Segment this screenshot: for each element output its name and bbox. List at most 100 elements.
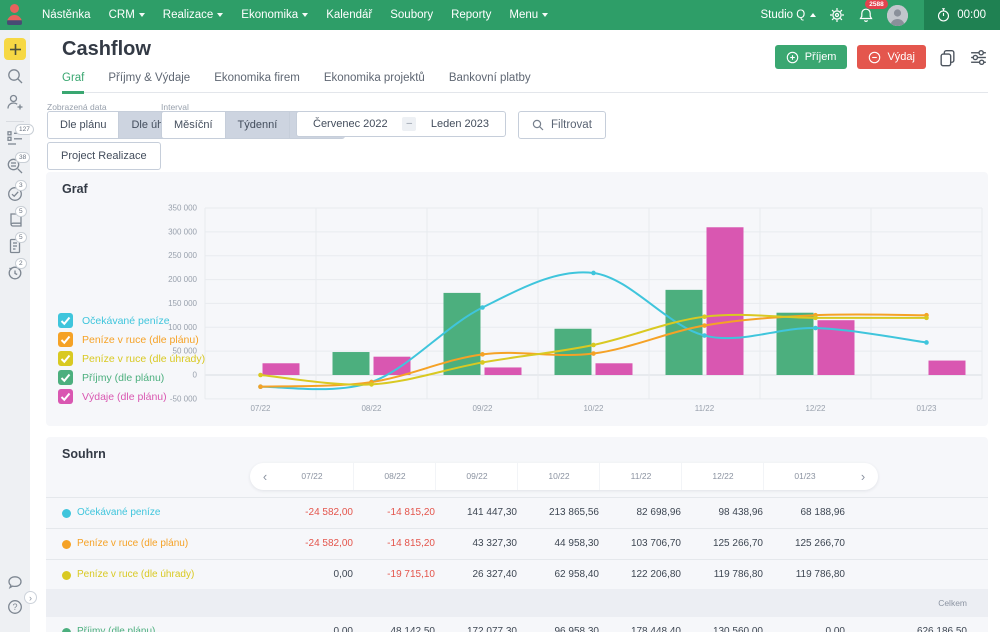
sidebar-time-check-icon[interactable]: 3 (6, 185, 24, 203)
svg-text:200 000: 200 000 (168, 275, 197, 284)
stopwatch-icon (936, 7, 951, 23)
cell-value: 213 865,56 (549, 498, 599, 528)
cell-value: 48 142,50 (391, 617, 436, 632)
segment-dle-pl-nu[interactable]: Dle plánu (48, 112, 118, 138)
time-tracker[interactable]: 00:00 (924, 0, 1000, 30)
chevron-down-icon (302, 13, 308, 17)
nav-item-label: Nástěnka (42, 9, 91, 21)
check-icon (59, 390, 72, 403)
header-actions: Příjem Výdaj (775, 45, 988, 69)
summary-rows: Očekávané peníze-24 582,00-14 815,20141 … (46, 497, 988, 591)
legend-checkbox[interactable] (58, 389, 73, 404)
table-row: Očekávané peníze-24 582,00-14 815,20141 … (46, 497, 988, 528)
caret-up-icon (810, 13, 816, 17)
user-avatar[interactable] (887, 5, 908, 26)
totals-header-strip: Celkem (46, 589, 988, 617)
table-row: Peníze v ruce (dle úhrady)0,00-19 715,10… (46, 559, 988, 590)
cell-value: 0,00 (334, 560, 353, 590)
nav-item-menu[interactable]: Menu (509, 9, 548, 21)
sidebar-count-badge: 38 (15, 152, 30, 163)
legend-checkbox[interactable] (58, 332, 73, 347)
income-button[interactable]: Příjem (775, 45, 848, 69)
legend-checkbox[interactable] (58, 313, 73, 328)
sidebar-alarm-icon[interactable]: 2 (6, 263, 24, 281)
legend-item-p-jmy-dle-pl-nu: Příjmy (dle plánu) (58, 370, 205, 385)
row-label[interactable]: Příjmy (dle plánu) (77, 617, 155, 632)
sidebar-count-badge: 2 (15, 258, 27, 269)
plus-icon (9, 43, 22, 56)
tab-bankovn-platby[interactable]: Bankovní platby (449, 72, 531, 94)
nav-item-ekonomika[interactable]: Ekonomika (241, 9, 308, 21)
svg-text:?: ? (12, 602, 17, 612)
sidebar-search-icon[interactable] (6, 67, 24, 85)
nav-item-realizace[interactable]: Realizace (163, 9, 224, 21)
logo-head-shape (10, 4, 19, 13)
sidebar-book-icon[interactable]: 5 (6, 211, 24, 229)
row-label[interactable]: Peníze v ruce (dle úhrady) (77, 560, 194, 590)
duplicate-view-button[interactable] (938, 48, 957, 67)
sidebar-invoice-icon[interactable]: 5 (6, 237, 24, 255)
sidebar-expand-button[interactable]: › (24, 591, 37, 604)
tab-ekonomika-firem[interactable]: Ekonomika firem (214, 72, 300, 94)
sidebar-help-icon[interactable]: ? (6, 598, 24, 616)
copy-icon (938, 48, 957, 67)
svg-text:07/22: 07/22 (250, 404, 271, 413)
legend-item-v-daje-dle-pl-nu: Výdaje (dle plánu) (58, 389, 205, 404)
svg-text:12/22: 12/22 (805, 404, 826, 413)
tab-graf[interactable]: Graf (62, 72, 84, 94)
date-range-input[interactable]: Červenec 2022 – Leden 2023 (296, 111, 506, 137)
tab-ekonomika-projekt[interactable]: Ekonomika projektů (324, 72, 425, 94)
notifications-bell-icon[interactable]: 2588 (858, 7, 874, 23)
legend-checkbox[interactable] (58, 351, 73, 366)
chevron-down-icon (542, 13, 548, 17)
legend-checkbox[interactable] (58, 370, 73, 385)
month-column-12-22: 12/22 (681, 463, 764, 490)
cell-value: 68 188,96 (801, 498, 846, 528)
next-period-button[interactable]: › (854, 464, 872, 489)
sidebar-add-button[interactable] (4, 38, 26, 60)
sidebar-count-badge: 127 (15, 124, 34, 135)
chart-card-title: Graf (62, 182, 88, 196)
nav-item-label: Menu (509, 9, 538, 21)
expense-button[interactable]: Výdaj (857, 45, 926, 69)
svg-text:09/22: 09/22 (472, 404, 493, 413)
table-row: Příjmy (dle plánu)0,0048 142,50172 077,3… (46, 617, 988, 632)
tab-p-jmy-v-daje[interactable]: Příjmy & Výdaje (108, 72, 190, 94)
sidebar-chat-icon[interactable] (6, 573, 24, 591)
sidebar-search-docs-icon[interactable]: 38 (6, 157, 24, 175)
settings-gear-icon[interactable] (829, 7, 845, 23)
app-logo-icon[interactable] (0, 0, 30, 30)
svg-text:11/22: 11/22 (695, 404, 715, 413)
segment-t-denn[interactable]: Týdenní (225, 112, 290, 138)
topbar-right: Studio Q 2588 (760, 0, 1000, 30)
nav-item-n-st-nka[interactable]: Nástěnka (42, 9, 91, 21)
legend-label: Příjmy (dle plánu) (82, 372, 164, 384)
summary-card: Souhrn ‹ › 07/2208/2209/2210/2211/2212/2… (46, 437, 988, 632)
cell-value: 119 786,80 (714, 560, 763, 590)
sidebar-person-add-icon[interactable] (6, 93, 24, 111)
row-label[interactable]: Očekávané peníze (77, 498, 160, 528)
date-to[interactable]: Leden 2023 (431, 118, 489, 130)
totals-header-label: Celkem (938, 589, 967, 617)
legend-label: Peníze v ruce (dle plánu) (82, 334, 199, 346)
sidebar: 127 38 3 5 5 2? (0, 30, 30, 632)
page-title: Cashflow (62, 38, 151, 61)
check-icon (59, 352, 72, 365)
nav-item-kalend[interactable]: Kalendář (326, 9, 372, 21)
chevron-down-icon (217, 13, 223, 17)
view-settings-button[interactable] (969, 48, 988, 67)
sidebar-tasks-icon[interactable]: 127 (6, 129, 24, 147)
nav-item-reporty[interactable]: Reporty (451, 9, 491, 21)
series-dot-icon (62, 540, 71, 549)
nav-item-crm[interactable]: CRM (109, 9, 145, 21)
main-content: Cashflow Příjem Výdaj (30, 30, 1000, 632)
date-from[interactable]: Červenec 2022 (313, 118, 388, 130)
nav-item-soubory[interactable]: Soubory (390, 9, 433, 21)
workspace-switcher[interactable]: Studio Q (760, 9, 816, 21)
nav-item-label: Ekonomika (241, 9, 298, 21)
project-filter-chip[interactable]: Project Realizace (47, 142, 161, 170)
cell-value: 130 560,00 (713, 617, 763, 632)
filter-button[interactable]: Filtrovat (518, 111, 606, 139)
row-label[interactable]: Peníze v ruce (dle plánu) (77, 529, 188, 559)
segment-m-s-n[interactable]: Měsíční (162, 112, 225, 138)
